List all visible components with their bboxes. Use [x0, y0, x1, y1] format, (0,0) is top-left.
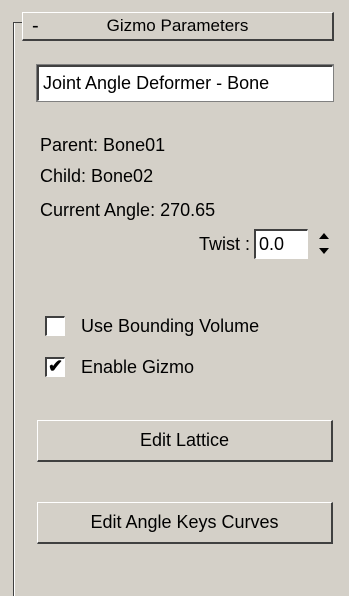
edit-lattice-button[interactable]: Edit Lattice [37, 420, 333, 462]
gizmo-parameters-panel: - Gizmo Parameters Parent: Bone01 Child:… [0, 0, 349, 596]
rollout-title: Gizmo Parameters [106, 16, 249, 35]
parent-label: Parent: Bone01 [40, 135, 166, 155]
spinner-up-button[interactable] [315, 229, 333, 244]
rollout-header-gizmo-parameters[interactable]: - Gizmo Parameters [22, 12, 334, 41]
use-bounding-volume-checkbox[interactable] [45, 316, 65, 336]
enable-gizmo-checkbox[interactable]: ✔ [45, 356, 65, 377]
triangle-down-icon [319, 248, 329, 254]
edit-angle-keys-curves-button[interactable]: Edit Angle Keys Curves [37, 502, 333, 544]
twist-spinner[interactable] [315, 229, 333, 259]
enable-gizmo-label: Enable Gizmo [81, 357, 195, 377]
triangle-up-icon [319, 233, 329, 239]
use-bounding-volume-label: Use Bounding Volume [81, 316, 260, 336]
spinner-down-button[interactable] [315, 244, 333, 259]
twist-label: Twist : [198, 234, 250, 254]
checkmark-icon: ✔ [48, 356, 64, 376]
child-label: Child: Bone02 [40, 166, 154, 186]
twist-input[interactable] [254, 229, 308, 259]
group-border-highlight [14, 22, 15, 596]
name-field[interactable] [36, 64, 334, 102]
current-angle-label: Current Angle: 270.65 [40, 200, 216, 220]
